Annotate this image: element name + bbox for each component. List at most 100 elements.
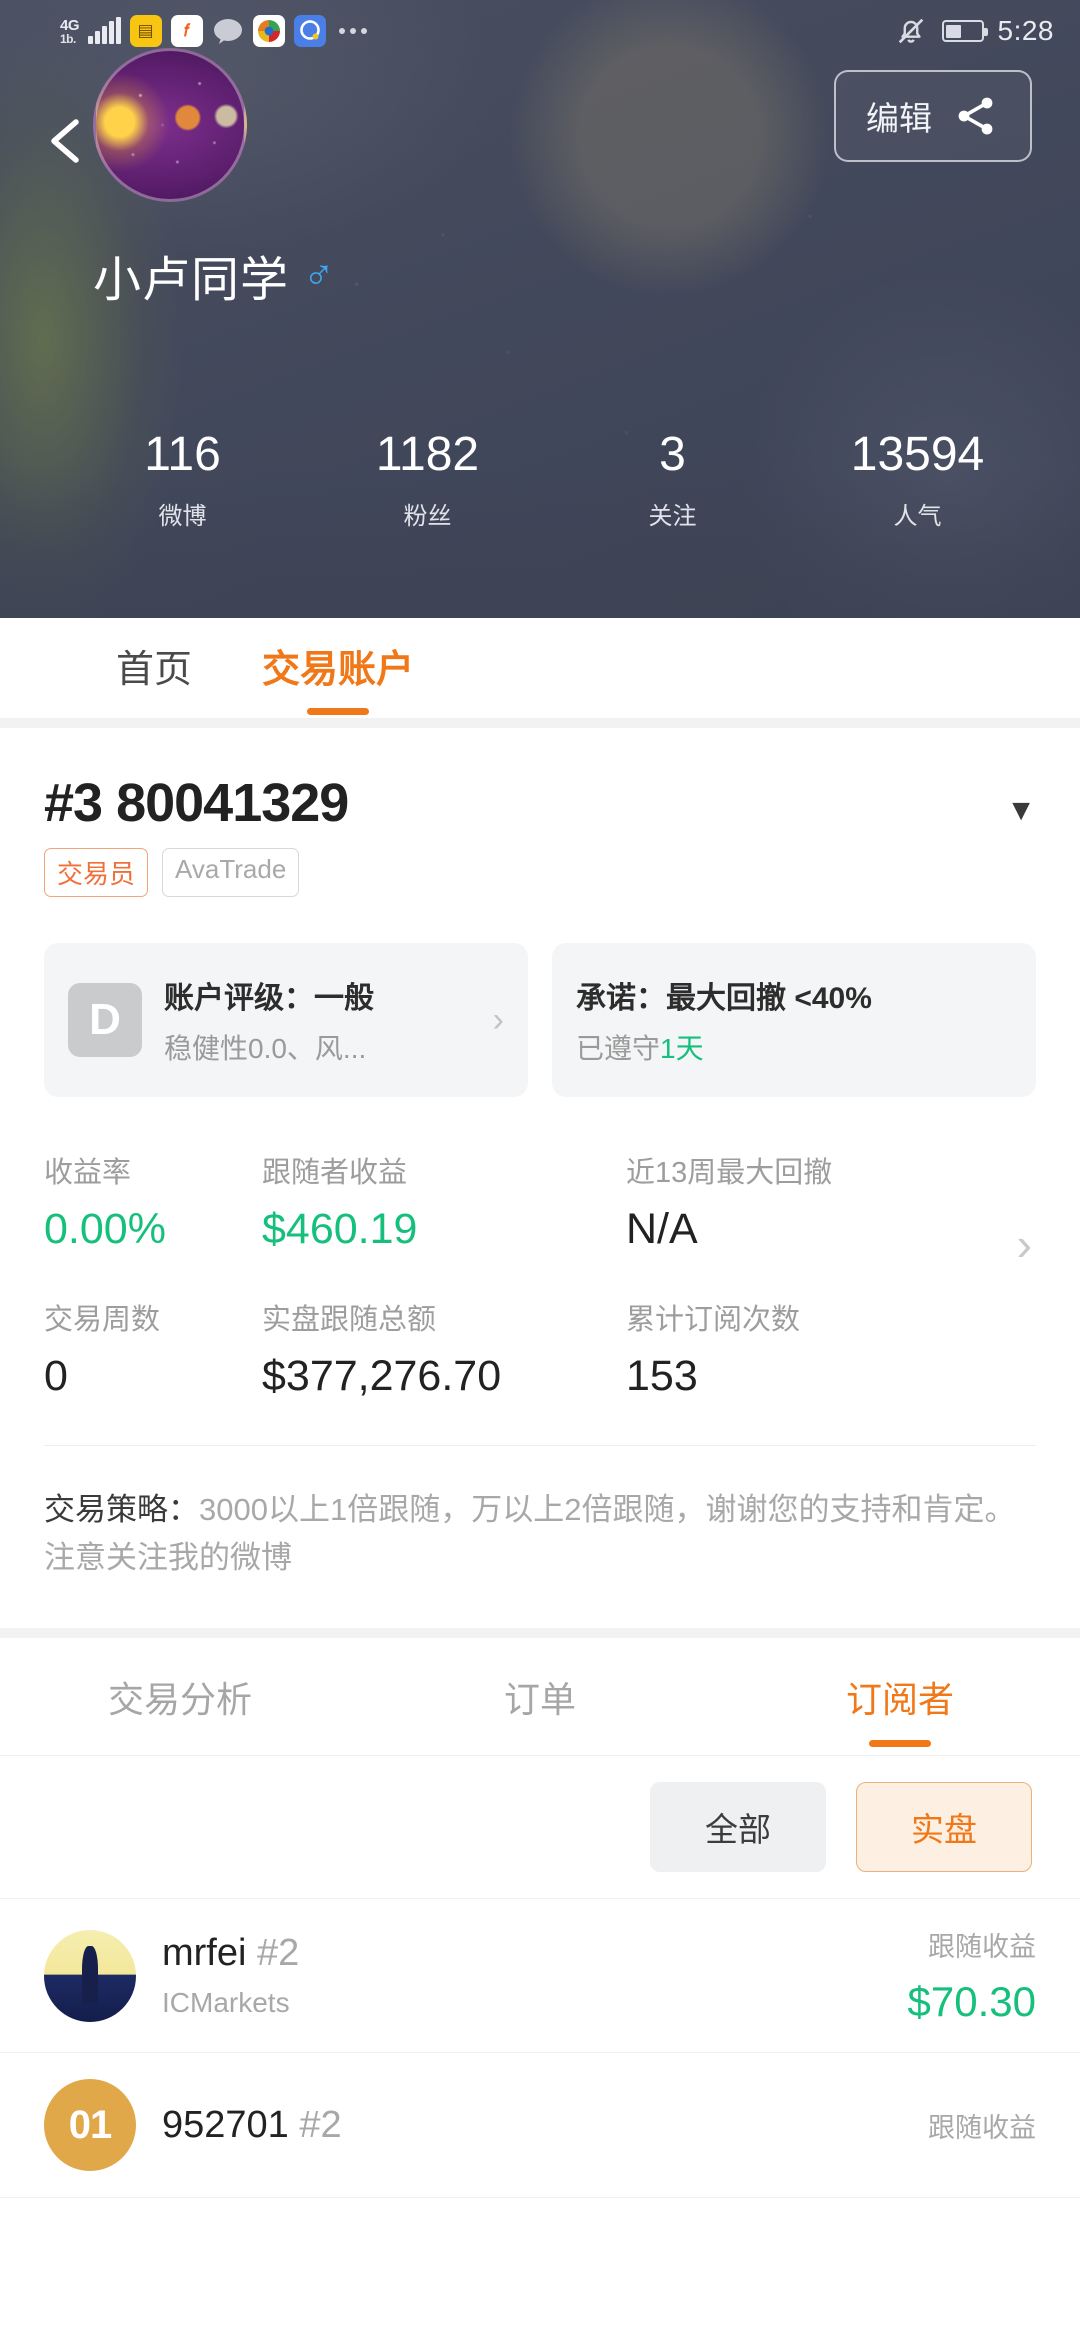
- rating-grade-badge: D: [68, 983, 142, 1057]
- drawdown-promise-card[interactable]: 承诺：最大回撤 <40% 已遵守1天: [552, 943, 1036, 1097]
- stat-popularity[interactable]: 13594 人气: [795, 428, 1040, 531]
- stat-value: 13594: [850, 428, 985, 481]
- bell-muted-icon: [898, 18, 923, 44]
- stat-label: 关注: [648, 503, 697, 531]
- promise-sub-value: 1天: [660, 1033, 704, 1064]
- metric-label: 实盘跟随总额: [262, 1304, 437, 1336]
- edit-profile-button[interactable]: 编辑: [834, 70, 1032, 162]
- account-section: #3 80041329 ▼ 交易员 AvaTrade D 账户评级：一般 稳健性…: [0, 728, 1080, 1446]
- subscriber-profit: 跟随收益 $70.30: [908, 1925, 1036, 2026]
- profile-cover: 4G 1b. ▤ 𝑓 5:28 编辑 小卢同学 ♂ 116 微博 1182 粉丝…: [0, 0, 1080, 618]
- status-bar-left: 4G 1b. ▤ 𝑓: [60, 15, 367, 47]
- metric-return-rate: 收益率 0.00%: [44, 1149, 262, 1254]
- metric-label: 近13周最大回撤: [626, 1157, 833, 1189]
- profile-avatar[interactable]: [93, 48, 247, 202]
- filter-all-button[interactable]: 全部: [650, 1782, 826, 1873]
- metric-label: 交易周数: [44, 1304, 161, 1336]
- account-detail-tab-bar: 交易分析 订单 订阅者: [0, 1638, 1080, 1757]
- badge-trader: 交易员: [44, 848, 149, 897]
- metric-total-subscriptions: 累计订阅次数 153: [626, 1296, 800, 1401]
- section-divider: [0, 718, 1080, 728]
- subscriber-rank: #2: [257, 1932, 300, 1975]
- subscriber-info: mrfei #2 ICMarkets: [162, 1932, 299, 2019]
- tab-subscribers[interactable]: 订阅者: [720, 1671, 1080, 1723]
- tab-trade-analysis[interactable]: 交易分析: [0, 1671, 360, 1723]
- account-info-cards: D 账户评级：一般 稳健性0.0、风... › 承诺：最大回撤 <40% 已遵守…: [44, 943, 1036, 1097]
- stat-value: 116: [144, 428, 221, 481]
- subscriber-info: 952701 #2: [162, 2104, 342, 2147]
- metric-value: $377,276.70: [262, 1352, 502, 1400]
- metric-value: 153: [626, 1352, 698, 1400]
- subscriber-filter-row: 全部 实盘: [0, 1756, 1080, 1900]
- metric-label: 收益率: [44, 1157, 132, 1189]
- gender-male-icon: ♂: [303, 251, 335, 298]
- subscriber-name: mrfei #2: [162, 1932, 299, 1975]
- battery-icon: [941, 20, 988, 42]
- metric-label: 跟随者收益: [262, 1157, 408, 1189]
- status-bar-right: 5:28: [894, 14, 1055, 48]
- metric-value: N/A: [626, 1205, 698, 1253]
- profile-name-row: 小卢同学 ♂: [93, 240, 335, 310]
- stat-label: 粉丝: [403, 503, 452, 531]
- share-icon: [958, 97, 993, 135]
- metrics-chevron-right-icon[interactable]: ›: [1017, 1217, 1032, 1271]
- stat-following[interactable]: 3 关注: [550, 428, 795, 531]
- multicolor-glyph: [257, 20, 280, 42]
- chat-bubble-app-icon: [212, 15, 244, 47]
- promise-card-text: 承诺：最大回撤 <40% 已遵守1天: [576, 973, 872, 1067]
- badge-broker: AvaTrade: [162, 848, 300, 897]
- trading-strategy-text: 交易策略：3000以上1倍跟随，万以上2倍跟随，谢谢您的支持和肯定。注意关注我的…: [0, 1446, 1080, 1628]
- profile-username: 小卢同学: [93, 254, 290, 307]
- promise-card-title: 承诺：最大回撤 <40%: [576, 982, 872, 1015]
- network-type-label: 4G: [60, 16, 80, 34]
- stat-fans[interactable]: 1182 粉丝: [305, 429, 550, 531]
- subscriber-name: 952701 #2: [162, 2104, 342, 2147]
- blue-q-glyph: [299, 20, 320, 40]
- overflow-dots-icon: [338, 28, 367, 34]
- stat-weibo[interactable]: 116 微博: [60, 428, 305, 531]
- back-button[interactable]: [38, 112, 96, 170]
- account-number: #3 80041329: [44, 773, 349, 833]
- tab-orders[interactable]: 订单: [360, 1671, 720, 1723]
- subscriber-avatar: 01: [44, 2079, 136, 2172]
- filter-live-button[interactable]: 实盘: [856, 1782, 1032, 1873]
- subscriber-broker: ICMarkets: [162, 1987, 290, 2019]
- tab-home[interactable]: 首页: [116, 638, 192, 699]
- rating-card-title: 账户评级：一般: [164, 982, 374, 1015]
- chat-bubble-glyph: [213, 19, 242, 44]
- metric-max-drawdown-13w: 近13周最大回撤 N/A: [626, 1149, 832, 1254]
- subscriber-profit-label: 跟随收益: [928, 1932, 1036, 1963]
- account-rating-card[interactable]: D 账户评级：一般 稳健性0.0、风... ›: [44, 943, 528, 1097]
- strategy-label: 交易策略：: [44, 1492, 199, 1527]
- metric-value: 0: [44, 1352, 68, 1400]
- rating-card-text: 账户评级：一般 稳健性0.0、风...: [164, 973, 374, 1067]
- profile-tab-bar: 首页 交易账户: [0, 618, 1080, 718]
- edit-button-label: 编辑: [866, 100, 932, 137]
- subscriber-profit: 跟随收益: [928, 2106, 1036, 2145]
- account-badges: 交易员 AvaTrade: [44, 848, 1036, 897]
- blue-q-app-icon: [293, 15, 326, 47]
- clock-label: 5:28: [997, 15, 1054, 46]
- subscriber-row[interactable]: mrfei #2 ICMarkets 跟随收益 $70.30: [0, 1899, 1080, 2054]
- metric-label: 累计订阅次数: [626, 1304, 801, 1336]
- account-dropdown-caret-icon[interactable]: ▼: [1006, 794, 1036, 828]
- signal-bars-icon: [88, 17, 121, 44]
- multicolor-app-icon: [252, 15, 285, 47]
- promise-sub-prefix: 已遵守: [576, 1033, 661, 1064]
- subscriber-name-text: 952701: [162, 2103, 289, 2146]
- subscriber-row[interactable]: 01 952701 #2 跟随收益: [0, 2053, 1080, 2199]
- metric-trading-weeks: 交易周数 0: [44, 1296, 262, 1401]
- subscriber-rank: #2: [299, 2103, 342, 2146]
- account-metrics[interactable]: 收益率 0.00% 跟随者收益 $460.19 近13周最大回撤 N/A › 交…: [44, 1149, 1036, 1401]
- network-type-icon: 4G 1b.: [60, 16, 80, 46]
- rating-card-subtitle: 稳健性0.0、风...: [164, 1033, 367, 1064]
- metrics-row-2: 交易周数 0 实盘跟随总额 $377,276.70 累计订阅次数 153: [44, 1296, 966, 1401]
- stat-value: 3: [659, 428, 686, 481]
- profile-stats-row: 116 微博 1182 粉丝 3 关注 13594 人气: [0, 428, 1080, 531]
- subscriber-profit-value: $70.30: [907, 1978, 1036, 2026]
- tab-trading-account[interactable]: 交易账户: [262, 638, 414, 699]
- network-type-sub: 1b.: [60, 31, 76, 46]
- stat-label: 人气: [893, 503, 942, 531]
- promise-card-subtitle: 已遵守1天: [576, 1027, 872, 1067]
- back-chevron-icon: [51, 119, 79, 163]
